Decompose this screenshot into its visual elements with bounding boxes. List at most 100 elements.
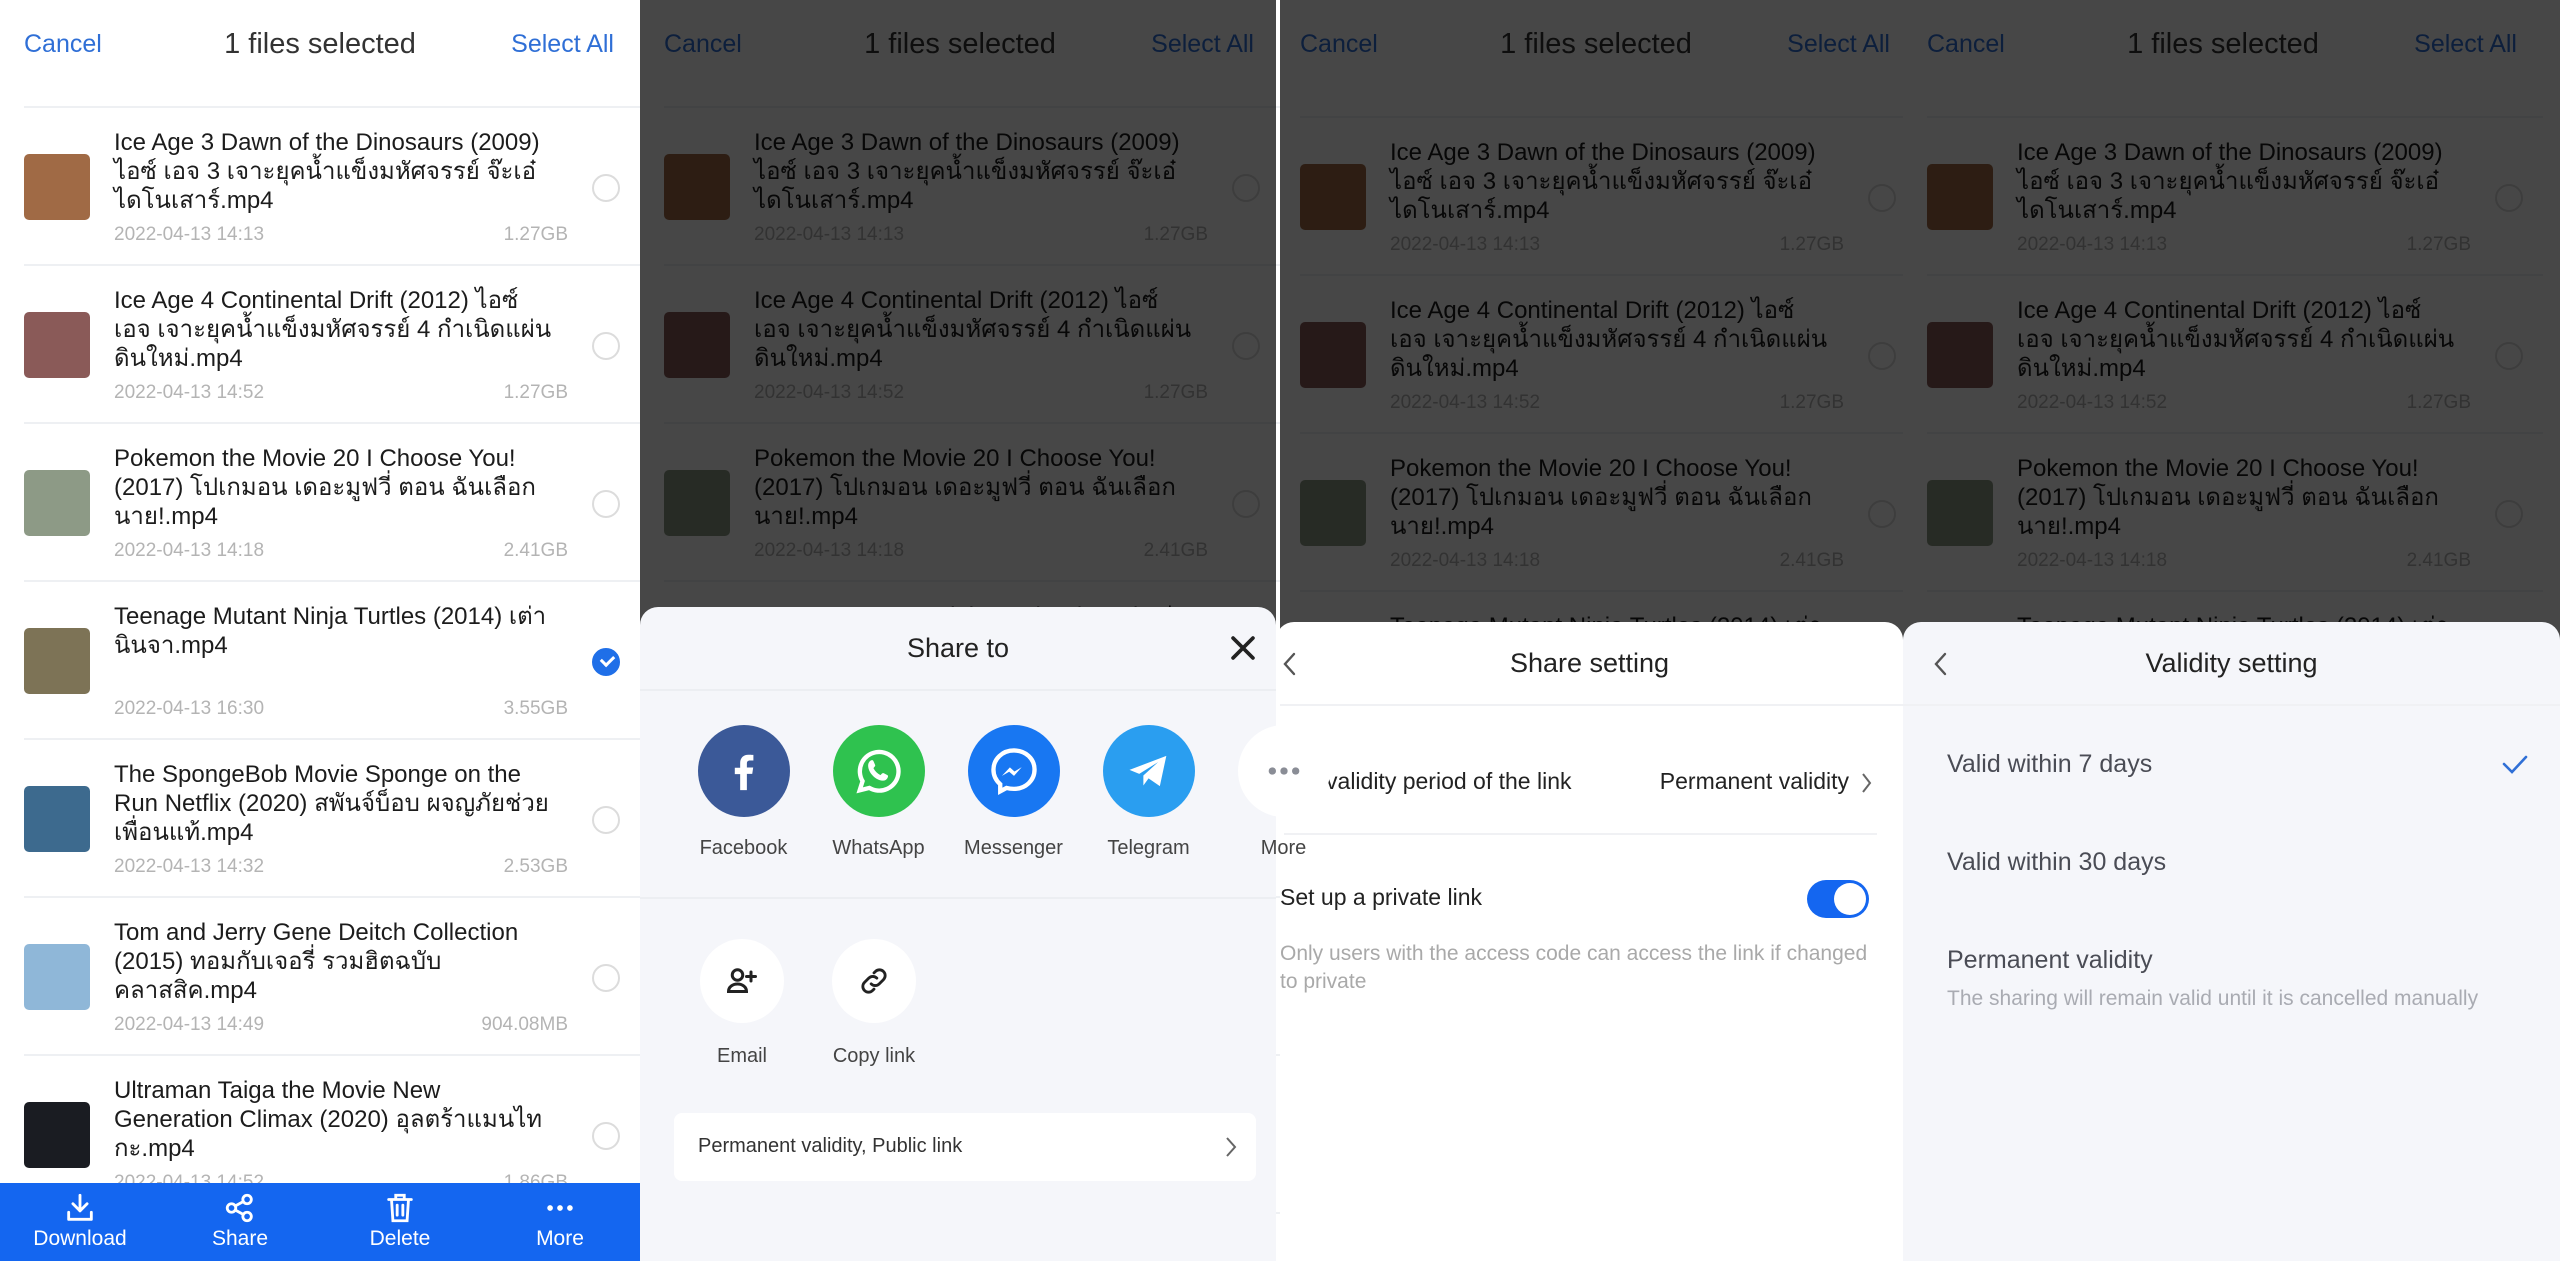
select-all-button[interactable]: Select All bbox=[511, 30, 614, 59]
add-person-icon bbox=[700, 939, 784, 1023]
share-messenger[interactable]: Messenger bbox=[946, 725, 1081, 860]
chevron-right-icon bbox=[1226, 1137, 1237, 1157]
private-link-hint: Only users with the access code can acce… bbox=[1280, 942, 1868, 993]
select-checkbox[interactable] bbox=[592, 648, 620, 676]
file-name: Ultraman Taiga the Movie New Generation … bbox=[114, 1077, 543, 1162]
private-link-toggle[interactable] bbox=[1807, 880, 1869, 918]
divider bbox=[640, 689, 1276, 691]
private-link-label: Set up a private link bbox=[1280, 884, 1483, 910]
share-setting-sheet: Share setting The validity period of the… bbox=[1276, 622, 1903, 1261]
file-thumbnail bbox=[24, 628, 90, 694]
file-row[interactable]: Tom and Jerry Gene Deitch Collection (20… bbox=[0, 898, 640, 1056]
file-name: Ice Age 4 Continental Drift (2012) ไอซ์ … bbox=[114, 287, 552, 372]
file-row[interactable]: Ice Age 3 Dawn of the Dinosaurs (2009) ไ… bbox=[0, 108, 640, 266]
file-name: The SpongeBob Movie Sponge on the Run Ne… bbox=[114, 761, 549, 846]
file-thumbnail bbox=[24, 312, 90, 378]
option-7-days[interactable]: Valid within 7 days bbox=[1947, 750, 2530, 779]
share-icon bbox=[225, 1193, 253, 1223]
file-date: 2022-04-13 14:13 bbox=[114, 224, 265, 245]
share-email[interactable]: Email bbox=[676, 939, 808, 1068]
file-date: 2022-04-13 14:18 bbox=[114, 540, 265, 561]
file-row[interactable]: Pokemon the Movie 20 I Choose You! (2017… bbox=[0, 424, 640, 582]
validity-period-row[interactable]: The validity period of the link Permanen… bbox=[1280, 768, 1877, 800]
file-name: Teenage Mutant Ninja Turtles (2014) เต่า… bbox=[114, 603, 547, 659]
file-meta: 2022-04-13 14:13 1.27GB bbox=[114, 224, 568, 246]
share-tools: Email Copy link bbox=[676, 939, 940, 1068]
share-button[interactable]: Share bbox=[160, 1183, 320, 1261]
select-checkbox[interactable] bbox=[592, 806, 620, 834]
file-date: 2022-04-13 14:52 bbox=[114, 382, 265, 403]
sheet-title: Share to bbox=[906, 633, 1010, 663]
file-meta: 2022-04-13 14:49 904.08MB bbox=[114, 1014, 568, 1036]
file-size: 904.08MB bbox=[481, 1014, 568, 1035]
delete-label: Delete bbox=[369, 1227, 431, 1250]
select-checkbox[interactable] bbox=[592, 332, 620, 360]
more-button[interactable]: More bbox=[480, 1183, 640, 1261]
file-meta: 2022-04-13 14:18 2.41GB bbox=[114, 540, 568, 562]
delete-button[interactable]: Delete bbox=[320, 1183, 480, 1261]
file-thumbnail bbox=[24, 470, 90, 536]
select-checkbox[interactable] bbox=[592, 174, 620, 202]
select-checkbox[interactable] bbox=[592, 490, 620, 518]
option-description: The sharing will remain valid until it i… bbox=[1947, 987, 2479, 1010]
share-more[interactable]: More bbox=[1216, 725, 1351, 860]
option-label: Valid within 7 days bbox=[1947, 750, 2153, 778]
file-row[interactable]: Teenage Mutant Ninja Turtles (2014) เต่า… bbox=[0, 582, 640, 740]
link-setting-summary: Permanent validity, Public link bbox=[698, 1135, 963, 1157]
file-date: 2022-04-13 14:32 bbox=[114, 856, 265, 877]
close-icon[interactable] bbox=[1226, 631, 1260, 665]
validity-period-value: Permanent validity bbox=[1659, 768, 1849, 794]
file-meta: 2022-04-13 14:52 1.27GB bbox=[114, 382, 568, 404]
share-to-sheet: Share to Facebook WhatsApp Messenger Tel… bbox=[640, 607, 1330, 1261]
tool-label: Copy link bbox=[832, 1045, 916, 1067]
panel-file-selection: Cancel 1 files selected Select All Ice A… bbox=[0, 0, 640, 1261]
whatsapp-icon bbox=[832, 725, 925, 817]
share-telegram[interactable]: Telegram bbox=[1081, 725, 1216, 860]
panel-share-setting: Cancel 1 files selected Select All Ice A… bbox=[1276, 0, 1903, 1261]
file-size: 3.55GB bbox=[503, 698, 568, 719]
file-date: 2022-04-13 16:30 bbox=[114, 698, 265, 719]
more-icon bbox=[547, 1205, 573, 1211]
divider bbox=[1276, 704, 1903, 706]
link-setting-row[interactable]: Permanent validity, Public link bbox=[674, 1113, 1256, 1181]
option-30-days[interactable]: Valid within 30 days bbox=[1947, 848, 2530, 877]
sheet-title: Share setting bbox=[1509, 648, 1670, 678]
telegram-icon bbox=[1102, 725, 1195, 817]
file-list-screen: Cancel 1 files selected Select All Ice A… bbox=[0, 0, 640, 1261]
share-app-label: Telegram bbox=[1107, 837, 1190, 859]
share-label: Share bbox=[211, 1227, 269, 1250]
option-label: Valid within 30 days bbox=[1947, 848, 2167, 876]
file-size: 1.27GB bbox=[503, 224, 568, 245]
link-icon bbox=[832, 939, 916, 1023]
tool-label: Email bbox=[716, 1045, 767, 1067]
share-facebook[interactable]: Facebook bbox=[676, 725, 811, 860]
file-size: 2.53GB bbox=[503, 856, 568, 877]
file-size: 2.41GB bbox=[503, 540, 568, 561]
file-date: 2022-04-13 14:49 bbox=[114, 1014, 265, 1035]
share-app-label: More bbox=[1260, 837, 1307, 859]
file-name: Pokemon the Movie 20 I Choose You! (2017… bbox=[114, 445, 536, 530]
option-permanent[interactable]: Permanent validity The sharing will rema… bbox=[1947, 946, 2530, 1012]
share-whatsapp[interactable]: WhatsApp bbox=[811, 725, 946, 860]
file-meta: 2022-04-13 16:30 3.55GB bbox=[114, 698, 568, 720]
panel-share-to: Cancel 1 files selected Select All Ice A… bbox=[640, 0, 1330, 1261]
download-icon bbox=[67, 1193, 93, 1221]
select-checkbox[interactable] bbox=[592, 964, 620, 992]
file-thumbnail bbox=[24, 1102, 90, 1168]
chevron-right-icon bbox=[1862, 773, 1872, 793]
file-row[interactable]: The SpongeBob Movie Sponge on the Run Ne… bbox=[0, 740, 640, 898]
private-link-row: Set up a private link bbox=[1280, 884, 1877, 916]
action-toolbar: Download Share Delete More bbox=[0, 1183, 640, 1261]
panel-validity-setting: Cancel 1 files selected Select All Ice A… bbox=[1903, 0, 2560, 1261]
messenger-icon bbox=[967, 725, 1060, 817]
file-thumbnail bbox=[24, 944, 90, 1010]
file-name: Ice Age 3 Dawn of the Dinosaurs (2009) ไ… bbox=[114, 129, 540, 214]
share-apps: Facebook WhatsApp Messenger Telegram Mor… bbox=[676, 725, 1351, 860]
download-button[interactable]: Download bbox=[0, 1183, 160, 1261]
more-dots-icon bbox=[1237, 725, 1330, 817]
share-copy-link[interactable]: Copy link bbox=[808, 939, 940, 1068]
validity-setting-sheet: Validity setting Valid within 7 days Val… bbox=[1903, 622, 2560, 1261]
selection-header: Cancel 1 files selected Select All bbox=[0, 0, 640, 92]
select-checkbox[interactable] bbox=[592, 1122, 620, 1150]
file-row[interactable]: Ice Age 4 Continental Drift (2012) ไอซ์ … bbox=[0, 266, 640, 424]
